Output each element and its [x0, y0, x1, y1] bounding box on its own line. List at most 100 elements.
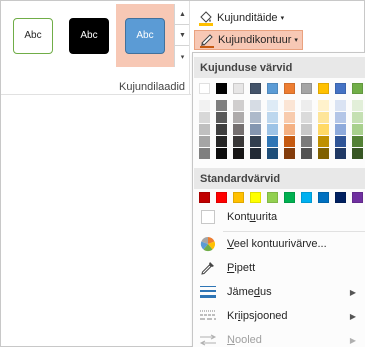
color-wheel-icon [198, 236, 218, 252]
theme-shade-swatch[interactable] [199, 124, 210, 135]
theme-shade-swatch[interactable] [250, 136, 261, 147]
theme-shade-swatch[interactable] [284, 148, 295, 159]
theme-color-swatch[interactable] [250, 83, 261, 94]
theme-shade-swatch[interactable] [352, 124, 363, 135]
shape-style-option-1[interactable]: Abc [4, 4, 62, 67]
theme-shade-swatch[interactable] [318, 124, 329, 135]
gallery-scroll: ▲ ▼ ▾ [174, 4, 190, 67]
theme-shade-swatch[interactable] [284, 112, 295, 123]
standard-color-swatch[interactable] [250, 192, 261, 203]
dashes-label: Kriipsjooned [227, 310, 288, 322]
theme-shade-swatch[interactable] [216, 148, 227, 159]
theme-color-swatch[interactable] [335, 83, 346, 94]
eyedropper-item[interactable]: Pipett [194, 257, 365, 279]
theme-color-swatch[interactable] [199, 83, 210, 94]
arrow-style-icon [198, 332, 218, 347]
shape-style-option-3[interactable]: Abc [116, 4, 174, 67]
theme-shade-swatch[interactable] [199, 112, 210, 123]
theme-shade-swatch[interactable] [250, 124, 261, 135]
paint-bucket-icon [198, 10, 214, 26]
theme-shade-swatch[interactable] [301, 100, 312, 111]
theme-colors-header: Kujunduse värvid [194, 57, 365, 78]
standard-color-swatch[interactable] [216, 192, 227, 203]
theme-shade-swatch[interactable] [233, 100, 244, 111]
more-outline-colors-item[interactable]: Veel kontuurivärve... [194, 233, 365, 255]
theme-shade-swatch[interactable] [318, 100, 329, 111]
theme-shade-swatch[interactable] [284, 136, 295, 147]
theme-shade-swatch[interactable] [250, 112, 261, 123]
theme-shade-swatch[interactable] [284, 100, 295, 111]
theme-shade-swatch[interactable] [199, 148, 210, 159]
theme-color-swatch[interactable] [216, 83, 227, 94]
theme-color-swatch[interactable] [267, 83, 278, 94]
theme-shade-swatch[interactable] [335, 112, 346, 123]
standard-color-swatch[interactable] [352, 192, 363, 203]
menu-separator [223, 231, 365, 232]
no-outline-label: Kontuurita [227, 211, 278, 223]
theme-shade-swatch[interactable] [301, 136, 312, 147]
theme-shade-swatch[interactable] [318, 148, 329, 159]
theme-shade-swatch[interactable] [267, 148, 278, 159]
theme-shade-swatch[interactable] [233, 148, 244, 159]
standard-color-swatch[interactable] [284, 192, 295, 203]
dashes-item[interactable]: Kriipsjooned ▶ [194, 305, 365, 327]
no-outline-item[interactable]: Kontuurita [194, 206, 365, 228]
theme-shade-swatch[interactable] [216, 124, 227, 135]
theme-shade-swatch[interactable] [216, 100, 227, 111]
theme-shade-swatch[interactable] [199, 136, 210, 147]
theme-shade-swatch[interactable] [233, 124, 244, 135]
standard-color-swatch[interactable] [335, 192, 346, 203]
theme-shade-swatch[interactable] [250, 100, 261, 111]
theme-shade-swatch[interactable] [250, 148, 261, 159]
shape-style-option-2[interactable]: Abc [60, 4, 118, 67]
theme-shade-swatch[interactable] [216, 112, 227, 123]
gallery-scroll-down-button[interactable]: ▼ [175, 25, 190, 46]
arrows-item[interactable]: Nooled ▶ [194, 329, 365, 347]
theme-shade-swatch[interactable] [284, 124, 295, 135]
theme-shade-swatch[interactable] [216, 136, 227, 147]
theme-shade-swatch[interactable] [199, 100, 210, 111]
theme-shade-swatch[interactable] [318, 136, 329, 147]
theme-shade-swatch[interactable] [335, 136, 346, 147]
theme-shade-swatch[interactable] [318, 112, 329, 123]
theme-shade-swatch[interactable] [352, 112, 363, 123]
submenu-arrow-icon: ▶ [349, 311, 356, 321]
weight-item[interactable]: Jämedus ▶ [194, 281, 365, 303]
theme-shade-swatch[interactable] [233, 136, 244, 147]
theme-shade-swatch[interactable] [267, 112, 278, 123]
theme-color-swatch[interactable] [301, 83, 312, 94]
theme-shade-swatch[interactable] [335, 148, 346, 159]
shape-style-preview: Abc [69, 17, 109, 54]
theme-shade-swatch[interactable] [233, 112, 244, 123]
shape-outline-button[interactable]: Kujundikontuur ▾ [194, 30, 303, 50]
standard-color-swatch[interactable] [267, 192, 278, 203]
shape-fill-button[interactable]: Kujunditäide ▾ [194, 8, 288, 28]
theme-shade-swatch[interactable] [301, 112, 312, 123]
dash-style-icon [198, 308, 218, 324]
theme-shade-swatch[interactable] [267, 100, 278, 111]
theme-shade-swatch[interactable] [267, 136, 278, 147]
standard-color-swatch[interactable] [199, 192, 210, 203]
standard-color-swatch[interactable] [318, 192, 329, 203]
theme-shade-swatch[interactable] [352, 100, 363, 111]
theme-color-swatch[interactable] [352, 83, 363, 94]
theme-shade-swatch[interactable] [301, 124, 312, 135]
group-label: Kujundilaadid [119, 81, 186, 93]
theme-shade-swatch[interactable] [335, 124, 346, 135]
standard-color-swatch[interactable] [301, 192, 312, 203]
shape-style-preview: Abc [125, 17, 165, 54]
theme-shade-swatch[interactable] [352, 136, 363, 147]
gallery-scroll-up-button[interactable]: ▲ [175, 4, 190, 25]
gallery-more-button[interactable]: ▾ [175, 46, 190, 67]
theme-shade-swatch[interactable] [267, 124, 278, 135]
submenu-arrow-icon: ▶ [349, 287, 356, 297]
theme-shade-swatch[interactable] [352, 148, 363, 159]
ribbon-panel: Abc Abc Abc ▲ ▼ ▾ Kujundilaadid Kujundit… [0, 0, 365, 347]
standard-color-swatch[interactable] [233, 192, 244, 203]
theme-shade-swatch[interactable] [335, 100, 346, 111]
line-weight-icon [198, 284, 218, 300]
theme-shade-swatch[interactable] [301, 148, 312, 159]
theme-color-swatch[interactable] [284, 83, 295, 94]
theme-color-swatch[interactable] [233, 83, 244, 94]
theme-color-swatch[interactable] [318, 83, 329, 94]
